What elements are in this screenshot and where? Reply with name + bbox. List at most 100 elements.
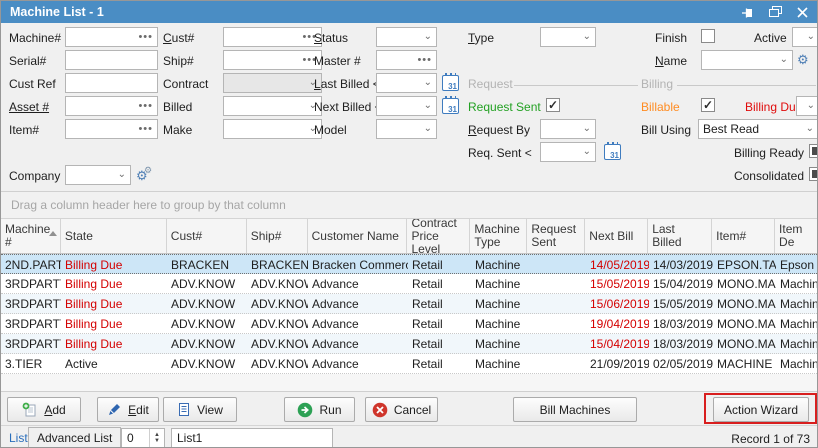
cust-ref-label: Cust Ref [9, 77, 56, 91]
last-billed-select[interactable]: ⌄ [376, 73, 437, 93]
column-header-item_desc[interactable]: Item De [775, 219, 818, 253]
machine-list-window: Machine List - 1 Machine# ••• Cust# ••• … [0, 0, 818, 448]
status-select[interactable]: ⌄ [376, 27, 437, 47]
chevron-down-icon[interactable]: ⌄ [583, 32, 595, 42]
pin-icon[interactable] [741, 6, 754, 19]
chevron-down-icon[interactable]: ⌄ [424, 78, 436, 88]
gears-icon[interactable]: ⚙⚙ [136, 169, 148, 182]
stepper-down-icon[interactable]: ▼ [154, 438, 160, 444]
cust-no-input[interactable]: ••• [223, 27, 322, 47]
finish-checkbox[interactable] [701, 29, 715, 43]
restore-icon[interactable] [769, 6, 782, 18]
grid-row[interactable]: 3.TIERActiveADV.KNOWADV.KNOWAdvanceRetai… [1, 354, 818, 374]
grid-cell-item_no: MONO.MAC [713, 314, 776, 333]
tab-advanced-list[interactable]: Advanced List [28, 427, 121, 448]
grid-row[interactable]: 3RDPARTY.Billing DueADV.KNOWADV.KNOWAdva… [1, 334, 818, 354]
contract-select[interactable]: ⌄ [223, 73, 322, 93]
grid-row[interactable]: 3RDPARTY.Billing DueADV.KNOWADV.KNOWAdva… [1, 314, 818, 334]
tab-list[interactable]: List [9, 431, 28, 445]
cancel-button[interactable]: Cancel [365, 397, 438, 422]
name-select[interactable]: ⌄ [701, 50, 793, 70]
column-header-item_no[interactable]: Item# [712, 219, 775, 253]
list-number-stepper[interactable]: 0 ▲▼ [121, 428, 165, 448]
ship-no-input[interactable]: ••• [223, 50, 322, 70]
active-select[interactable]: ⌄ [792, 27, 818, 47]
grid-cell-item_no: MONO.MAC [713, 334, 776, 353]
list-name-input[interactable]: List1 [171, 428, 333, 448]
company-label: Company [9, 169, 60, 183]
grid-cell-item_desc: Epson T [776, 255, 818, 273]
group-by-panel[interactable]: Drag a column header here to group by th… [1, 192, 818, 218]
chevron-down-icon[interactable]: ⌄ [780, 55, 792, 65]
grid-row[interactable]: 3RDPARTY.Billing DueADV.KNOWADV.KNOWAdva… [1, 294, 818, 314]
edit-button[interactable]: Edit [97, 397, 159, 422]
ellipsis-icon[interactable]: ••• [138, 33, 157, 41]
calendar-icon[interactable]: 31 [442, 75, 459, 91]
chevron-down-icon[interactable]: ⌄ [424, 101, 436, 111]
column-header-cust_no[interactable]: Cust# [167, 219, 247, 253]
column-header-request_sent[interactable]: Request Sent [527, 219, 585, 253]
ellipsis-icon[interactable]: ••• [417, 56, 436, 64]
view-button[interactable]: View [163, 397, 237, 422]
bill-machines-button[interactable]: Bill Machines [513, 397, 637, 422]
cust-no-label: Cust# [163, 31, 194, 45]
chevron-down-icon[interactable]: ⌄ [807, 101, 818, 111]
chevron-down-icon[interactable]: ⌄ [424, 32, 436, 42]
cust-ref-input[interactable] [65, 73, 158, 93]
calendar-icon[interactable]: 31 [442, 98, 459, 114]
grid-cell-machine_type: Machine [471, 294, 528, 313]
run-button[interactable]: Run [284, 397, 355, 422]
active-label: Active [754, 31, 787, 45]
model-select[interactable]: ⌄ [376, 119, 437, 139]
chevron-down-icon[interactable]: ⌄ [807, 32, 818, 42]
column-header-customer_name[interactable]: Customer Name [308, 219, 408, 253]
bill-using-select[interactable]: Best Read⌄ [698, 119, 818, 139]
chevron-down-icon[interactable]: ⌄ [424, 124, 436, 134]
billing-due-select[interactable]: ⌄ [796, 96, 818, 116]
company-select[interactable]: ⌄ [65, 165, 131, 185]
column-header-machine_no[interactable]: Machine # [1, 219, 61, 253]
chevron-down-icon[interactable]: ⌄ [118, 170, 130, 180]
asset-no-input[interactable]: ••• [65, 96, 158, 116]
grid-row[interactable]: 2ND.PARTY.Billing DueBRACKENBRACKENBrack… [1, 254, 818, 274]
column-header-last_billed[interactable]: Last Billed [648, 219, 712, 253]
column-header-ship_no[interactable]: Ship# [247, 219, 308, 253]
chevron-down-icon[interactable]: ⌄ [583, 147, 595, 157]
request-sent-checkbox[interactable] [546, 98, 560, 112]
chevron-down-icon[interactable]: ⌄ [583, 124, 595, 134]
grid-cell-machine_no: 3.TIER [1, 354, 61, 373]
name-label: Name [655, 54, 687, 68]
column-header-next_bill[interactable]: Next Bill [585, 219, 648, 253]
add-button[interactable]: Add [7, 397, 81, 422]
ellipsis-icon[interactable]: ••• [138, 102, 157, 110]
consolidated-checkbox[interactable] [809, 167, 818, 181]
serial-no-input[interactable] [65, 50, 158, 70]
window-title: Machine List - 1 [10, 5, 104, 19]
grid-cell-next_bill: 19/04/2019 [586, 314, 649, 333]
grid-cell-state: Billing Due [61, 294, 167, 313]
close-icon[interactable] [797, 7, 808, 18]
item-no-input[interactable]: ••• [65, 119, 158, 139]
gear-icon[interactable]: ⚙ [797, 53, 809, 66]
grid-row[interactable]: 3RDPARTY.Billing DueADV.KNOWADV.KNOWAdva… [1, 274, 818, 294]
billable-checkbox[interactable] [701, 98, 715, 112]
grid-cell-customer_name: Advance [308, 314, 408, 333]
billing-group-label: Billing [641, 77, 673, 91]
billed-select[interactable]: ⌄ [223, 96, 322, 116]
make-select[interactable]: ⌄ [223, 119, 322, 139]
machine-no-input[interactable]: ••• [65, 27, 158, 47]
type-select[interactable]: ⌄ [540, 27, 596, 47]
billing-ready-checkbox[interactable] [809, 144, 818, 158]
column-header-machine_type[interactable]: Machine Type [470, 219, 527, 253]
chevron-down-icon[interactable]: ⌄ [806, 124, 818, 134]
request-by-select[interactable]: ⌄ [540, 119, 596, 139]
master-no-input[interactable]: ••• [376, 50, 437, 70]
grid-cell-customer_name: Advance [308, 294, 408, 313]
req-sent-select[interactable]: ⌄ [540, 142, 596, 162]
column-header-state[interactable]: State [61, 219, 167, 253]
column-header-contract_price_level[interactable]: Contract Price Level [407, 219, 470, 253]
request-sent-label: Request Sent [468, 100, 541, 114]
ellipsis-icon[interactable]: ••• [138, 125, 157, 133]
next-billed-select[interactable]: ⌄ [376, 96, 437, 116]
calendar-icon[interactable]: 31 [604, 144, 621, 160]
